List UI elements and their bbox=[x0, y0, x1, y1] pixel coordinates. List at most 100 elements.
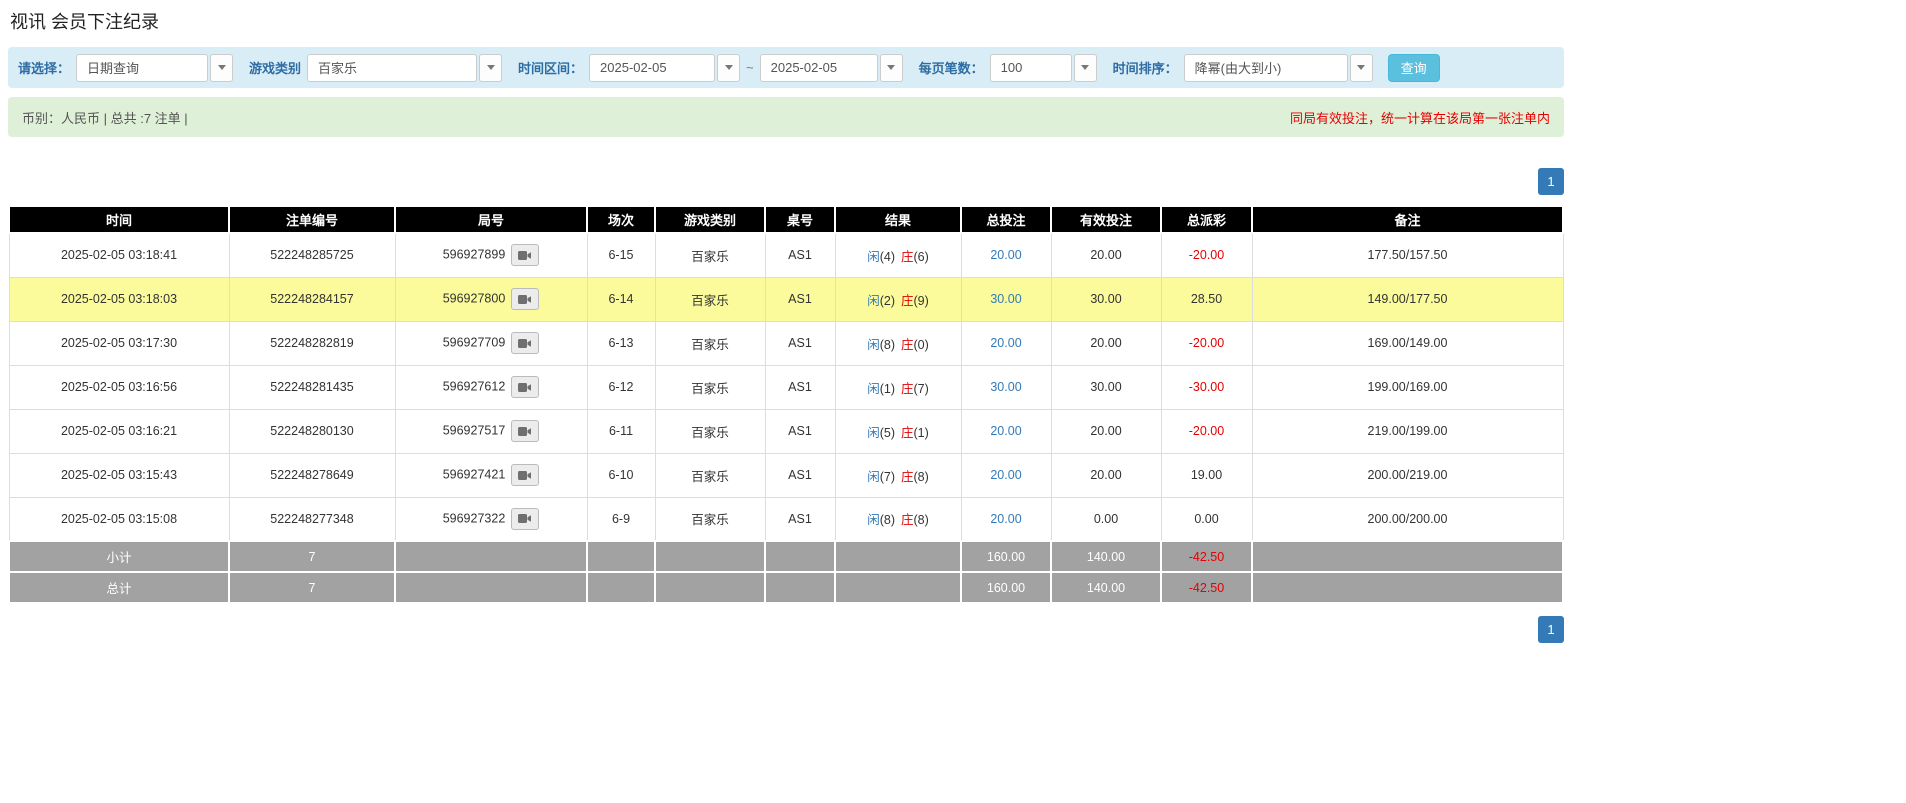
col-header-time: 时间 bbox=[9, 206, 229, 233]
chevron-down-icon bbox=[487, 65, 495, 70]
cell-payout: -20.00 bbox=[1161, 233, 1252, 277]
result-player-label: 闲 bbox=[867, 426, 880, 440]
cell-time: 2025-02-05 03:16:21 bbox=[9, 409, 229, 453]
result-banker-label: 庄 bbox=[901, 382, 914, 396]
round-video-button[interactable] bbox=[511, 464, 539, 486]
cell-session: 6-14 bbox=[587, 277, 655, 321]
cell-game-type: 百家乐 bbox=[655, 497, 765, 541]
result-banker-score: (8) bbox=[914, 470, 929, 484]
cell-valid-bet: 20.00 bbox=[1051, 321, 1161, 365]
footer-empty-cell bbox=[587, 572, 655, 603]
cell-total-bet: 20.00 bbox=[961, 409, 1051, 453]
footer-empty-cell bbox=[1252, 541, 1563, 572]
cell-table-no: AS1 bbox=[765, 453, 835, 497]
footer-empty-cell bbox=[395, 572, 587, 603]
cell-result: 闲(8)庄(8) bbox=[835, 497, 961, 541]
cell-result: 闲(2)庄(9) bbox=[835, 277, 961, 321]
col-header-round: 局号 bbox=[395, 206, 587, 233]
round-video-button[interactable] bbox=[511, 508, 539, 530]
cell-time: 2025-02-05 03:15:08 bbox=[9, 497, 229, 541]
result-player-label: 闲 bbox=[867, 250, 880, 264]
page-size-caret-button[interactable] bbox=[1074, 54, 1097, 82]
total-count: 7 bbox=[229, 572, 395, 603]
date-to-select[interactable]: 2025-02-05 bbox=[760, 54, 878, 82]
game-type-caret-button[interactable] bbox=[479, 54, 502, 82]
subtotal-total-bet: 160.00 bbox=[961, 541, 1051, 572]
cell-round: 596927709 bbox=[395, 321, 587, 365]
game-type-value: 百家乐 bbox=[318, 58, 357, 77]
round-id: 596927612 bbox=[443, 379, 506, 393]
cell-time: 2025-02-05 03:18:41 bbox=[9, 233, 229, 277]
round-video-button[interactable] bbox=[511, 244, 539, 266]
table-row: 2025-02-05 03:18:03 522248284157 5969278… bbox=[9, 277, 1563, 321]
pagination-bottom: 1 bbox=[8, 616, 1564, 643]
subtotal-label: 小计 bbox=[9, 541, 229, 572]
round-video-button[interactable] bbox=[511, 288, 539, 310]
time-range-label: 时间区间： bbox=[518, 58, 583, 77]
table-row: 2025-02-05 03:15:43 522248278649 5969274… bbox=[9, 453, 1563, 497]
chevron-down-icon bbox=[218, 65, 226, 70]
date-from-caret-button[interactable] bbox=[717, 54, 740, 82]
cell-total-bet: 30.00 bbox=[961, 277, 1051, 321]
round-id: 596927899 bbox=[443, 248, 506, 262]
cell-table-no: AS1 bbox=[765, 233, 835, 277]
cell-game-type: 百家乐 bbox=[655, 453, 765, 497]
result-player-label: 闲 bbox=[867, 470, 880, 484]
col-header-remark: 备注 bbox=[1252, 206, 1563, 233]
cell-remark: 149.00/177.50 bbox=[1252, 277, 1563, 321]
round-id: 596927800 bbox=[443, 291, 506, 305]
game-type-select[interactable]: 百家乐 bbox=[307, 54, 477, 82]
page-title: 视讯 会员下注纪录 bbox=[8, 8, 1564, 34]
cell-total-bet: 20.00 bbox=[961, 453, 1051, 497]
date-from-select[interactable]: 2025-02-05 bbox=[589, 54, 715, 82]
col-header-game-type: 游戏类别 bbox=[655, 206, 765, 233]
time-sort-select[interactable]: 降幂(由大到小) bbox=[1184, 54, 1348, 82]
search-button[interactable]: 查询 bbox=[1388, 54, 1440, 82]
video-camera-icon bbox=[518, 382, 532, 393]
result-banker-score: (1) bbox=[914, 426, 929, 440]
result-player-score: (8) bbox=[880, 513, 895, 527]
time-sort-caret-button[interactable] bbox=[1350, 54, 1373, 82]
cell-time: 2025-02-05 03:17:30 bbox=[9, 321, 229, 365]
page-1-button[interactable]: 1 bbox=[1538, 616, 1564, 643]
time-sort-label: 时间排序： bbox=[1113, 58, 1178, 77]
time-sort-value: 降幂(由大到小) bbox=[1195, 58, 1282, 77]
col-header-bet-id: 注单编号 bbox=[229, 206, 395, 233]
round-video-button[interactable] bbox=[511, 376, 539, 398]
cell-remark: 200.00/219.00 bbox=[1252, 453, 1563, 497]
date-to-caret-button[interactable] bbox=[880, 54, 903, 82]
result-banker-score: (7) bbox=[914, 382, 929, 396]
page-size-select[interactable]: 100 bbox=[990, 54, 1072, 82]
result-banker-label: 庄 bbox=[901, 513, 914, 527]
result-banker-score: (8) bbox=[914, 513, 929, 527]
cell-session: 6-15 bbox=[587, 233, 655, 277]
table-body: 2025-02-05 03:18:41 522248285725 5969278… bbox=[9, 233, 1563, 541]
chevron-down-icon bbox=[1081, 65, 1089, 70]
cell-time: 2025-02-05 03:15:43 bbox=[9, 453, 229, 497]
cell-session: 6-12 bbox=[587, 365, 655, 409]
cell-session: 6-13 bbox=[587, 321, 655, 365]
round-video-button[interactable] bbox=[511, 420, 539, 442]
round-video-button[interactable] bbox=[511, 332, 539, 354]
cell-valid-bet: 20.00 bbox=[1051, 453, 1161, 497]
summary-note: 同局有效投注，统一计算在该局第一张注单内 bbox=[1290, 108, 1550, 127]
page-1-button[interactable]: 1 bbox=[1538, 168, 1564, 195]
col-header-total-bet: 总投注 bbox=[961, 206, 1051, 233]
video-camera-icon bbox=[518, 470, 532, 481]
cell-session: 6-10 bbox=[587, 453, 655, 497]
total-payout: -42.50 bbox=[1161, 572, 1252, 603]
query-type-caret-button[interactable] bbox=[210, 54, 233, 82]
cell-time: 2025-02-05 03:16:56 bbox=[9, 365, 229, 409]
cell-total-bet: 20.00 bbox=[961, 321, 1051, 365]
col-header-result: 结果 bbox=[835, 206, 961, 233]
query-type-select[interactable]: 日期查询 bbox=[76, 54, 208, 82]
cell-total-bet: 20.00 bbox=[961, 497, 1051, 541]
table-row: 2025-02-05 03:16:21 522248280130 5969275… bbox=[9, 409, 1563, 453]
cell-payout: 0.00 bbox=[1161, 497, 1252, 541]
result-player-score: (5) bbox=[880, 426, 895, 440]
col-header-payout: 总派彩 bbox=[1161, 206, 1252, 233]
result-player-label: 闲 bbox=[867, 382, 880, 396]
cell-bet-id: 522248281435 bbox=[229, 365, 395, 409]
result-banker-label: 庄 bbox=[901, 338, 914, 352]
cell-round: 596927517 bbox=[395, 409, 587, 453]
